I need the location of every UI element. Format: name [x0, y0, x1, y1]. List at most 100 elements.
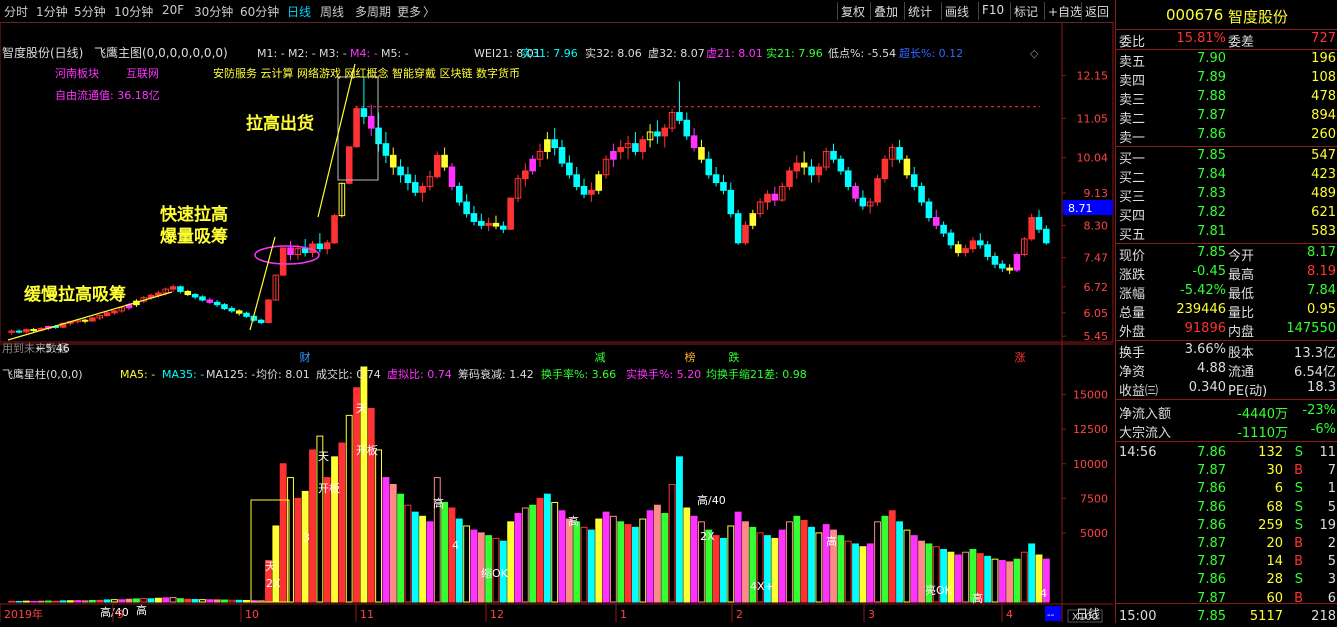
candle-body[interactable]: [448, 166, 456, 187]
volume-bar[interactable]: [323, 477, 331, 603]
candle-body[interactable]: [1043, 228, 1050, 244]
tool-button-4[interactable]: F10: [982, 3, 1004, 17]
candle-body[interactable]: [111, 310, 118, 314]
volume-bar[interactable]: [154, 597, 162, 603]
candle-body[interactable]: [705, 158, 713, 176]
volume-bar[interactable]: [595, 518, 603, 603]
volume-bar[interactable]: [287, 477, 294, 603]
candle-body[interactable]: [844, 170, 852, 187]
volume-bar[interactable]: [301, 490, 309, 603]
candle-body[interactable]: [588, 189, 595, 195]
candle-body[interactable]: [808, 166, 815, 176]
volume-bar[interactable]: [646, 510, 654, 603]
volume-bar[interactable]: [529, 504, 537, 603]
candle-body[interactable]: [206, 299, 214, 303]
volume-bar[interactable]: [221, 599, 228, 603]
candle-body[interactable]: [360, 108, 368, 117]
candle-body[interactable]: [500, 225, 507, 230]
volume-bar[interactable]: [558, 510, 566, 603]
tool-button-6[interactable]: +自选: [1048, 3, 1082, 20]
candle-body[interactable]: [999, 263, 1006, 269]
candle-body[interactable]: [529, 158, 536, 172]
candle-body[interactable]: [522, 170, 529, 180]
volume-bar[interactable]: [279, 463, 287, 603]
volume-bar[interactable]: [639, 518, 647, 603]
volume-bar[interactable]: [734, 511, 742, 603]
volume-bar[interactable]: [389, 484, 397, 603]
candle-body[interactable]: [345, 146, 353, 184]
candle-body[interactable]: [103, 312, 111, 317]
candle-body[interactable]: [191, 294, 199, 298]
candle-body[interactable]: [727, 189, 735, 215]
volume-bar[interactable]: [96, 599, 104, 603]
candle-body[interactable]: [463, 201, 470, 215]
volume-bar[interactable]: [609, 515, 617, 603]
candle-body[interactable]: [830, 150, 837, 160]
volume-bar[interactable]: [294, 497, 302, 603]
candle-body[interactable]: [639, 139, 647, 152]
candle-body[interactable]: [23, 329, 30, 333]
volume-bar[interactable]: [617, 521, 625, 603]
volume-bar[interactable]: [199, 599, 206, 603]
volume-bar[interactable]: [551, 501, 559, 603]
candle-body[interactable]: [301, 248, 309, 254]
candle-body[interactable]: [837, 158, 845, 172]
volume-bar[interactable]: [712, 535, 720, 603]
more-arrow-icon[interactable]: 〉: [423, 3, 435, 20]
volume-bar[interactable]: [543, 493, 551, 603]
volume-bar[interactable]: [800, 519, 808, 603]
candle-body[interactable]: [367, 115, 375, 129]
volume-bar[interactable]: [191, 599, 199, 603]
candle-body[interactable]: [265, 299, 272, 324]
candle-body[interactable]: [712, 174, 720, 184]
volume-bar[interactable]: [206, 599, 214, 603]
volume-bar[interactable]: [169, 597, 177, 603]
volume-bar[interactable]: [668, 484, 676, 603]
event-marker-1[interactable]: 减: [595, 351, 606, 364]
candle-body[interactable]: [235, 310, 243, 314]
candle-body[interactable]: [595, 174, 602, 191]
volume-bar[interactable]: [463, 525, 471, 603]
period-tab-3[interactable]: 10分钟: [114, 3, 153, 20]
candle-body[interactable]: [177, 286, 184, 292]
tool-button-7[interactable]: 返回: [1085, 3, 1109, 20]
candle-body[interactable]: [903, 158, 911, 176]
volume-bar[interactable]: [397, 493, 405, 603]
volume-bar[interactable]: [367, 407, 375, 603]
candle-body[interactable]: [925, 201, 933, 219]
volume-bar[interactable]: [507, 521, 515, 603]
period-tab-4[interactable]: 20F: [162, 3, 184, 17]
tool-button-3[interactable]: 画线: [945, 3, 969, 20]
volume-bar[interactable]: [52, 600, 60, 603]
candle-body[interactable]: [580, 185, 588, 195]
volume-bar[interactable]: [910, 535, 918, 603]
volume-bar[interactable]: [74, 600, 82, 603]
period-tab-2[interactable]: 5分钟: [74, 3, 106, 20]
period-tab-7[interactable]: 日线: [287, 3, 311, 20]
volume-bar[interactable]: [675, 456, 683, 603]
volume-bar[interactable]: [536, 497, 544, 603]
candle-body[interactable]: [389, 154, 397, 168]
candle-body[interactable]: [720, 182, 727, 191]
candle-body[interactable]: [316, 243, 324, 250]
period-tab-6[interactable]: 60分钟: [240, 3, 279, 20]
candle-body[interactable]: [558, 147, 566, 164]
volume-bar[interactable]: [455, 518, 463, 603]
candle-body[interactable]: [397, 166, 404, 176]
candle-body[interactable]: [411, 182, 419, 193]
volume-bar[interactable]: [441, 501, 449, 603]
volume-bar[interactable]: [88, 599, 96, 603]
volume-bar[interactable]: [162, 597, 170, 603]
volume-bar[interactable]: [22, 600, 30, 603]
period-label[interactable]: 日线: [1076, 607, 1100, 621]
volume-bar[interactable]: [147, 598, 155, 603]
candle-body[interactable]: [984, 244, 991, 257]
candle-body[interactable]: [353, 108, 360, 148]
volume-bar[interactable]: [1020, 551, 1028, 603]
volume-bar[interactable]: [125, 598, 133, 603]
volume-bar[interactable]: [1006, 561, 1014, 603]
volume-bar[interactable]: [118, 599, 126, 603]
candle-body[interactable]: [683, 119, 691, 137]
candle-body[interactable]: [881, 158, 889, 180]
candle-body[interactable]: [566, 162, 573, 176]
